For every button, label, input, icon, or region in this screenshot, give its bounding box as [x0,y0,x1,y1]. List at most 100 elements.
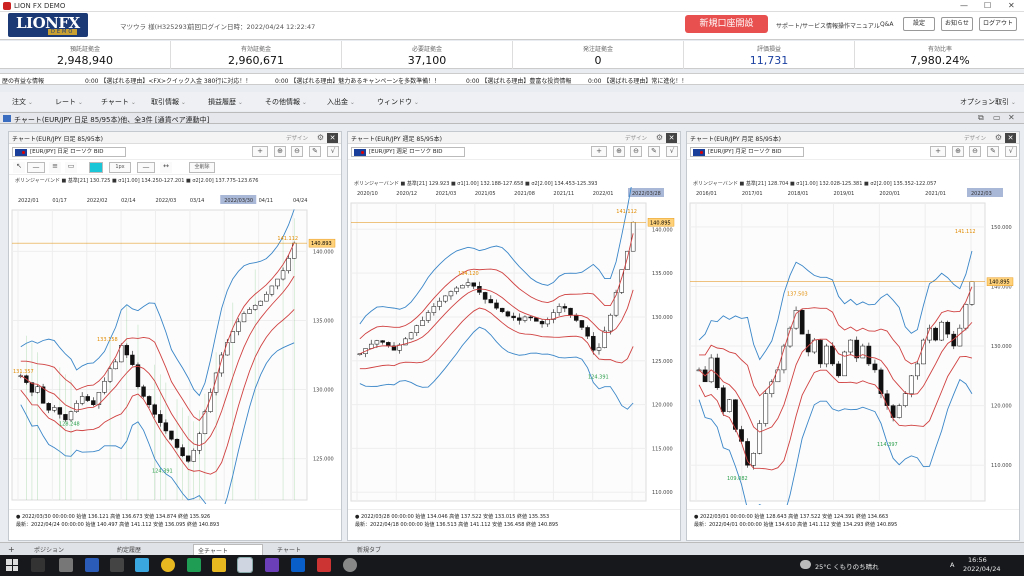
news-button[interactable]: お知らせ [941,17,973,31]
chrome-icon[interactable] [161,558,175,572]
ime-indicator[interactable]: A [950,561,954,569]
indicator-icon[interactable]: √ [666,146,678,157]
indicator-icon[interactable]: √ [327,146,339,157]
gear-icon[interactable]: ⚙ [317,133,324,142]
windows-start-icon[interactable] [6,559,18,571]
minimize-button[interactable]: — [960,1,968,10]
zoom-in-icon[interactable]: ⊕ [952,146,964,157]
clock-time[interactable]: 16:56 [968,556,987,564]
menu-deposit[interactable]: 入出金 [327,97,355,107]
close-chart-icon[interactable]: ✕ [1005,133,1016,143]
crosshair-icon[interactable]: + [252,146,268,157]
close-chart-icon[interactable]: ✕ [327,133,338,143]
menu-order[interactable]: 注文 [12,97,33,107]
lionfx-task-icon[interactable] [237,557,253,573]
menu-rate[interactable]: レート [55,97,83,107]
tab-position[interactable]: ポジション [30,544,68,555]
candlestick-chart[interactable]: 2022/01 01/17 2022/02 02/14 2022/03 03/14 2022… [9,194,341,504]
tab-execution-history[interactable]: 約定履歴 [113,544,145,555]
chart-panel[interactable]: チャート(EUR/JPY 週足 85/95本) デザイン ⚙ ✕ [EUR/JPY] 週… [347,131,681,541]
zoom-in-icon[interactable]: ⊕ [274,146,286,157]
ticker-item[interactable]: 0:00 【選ばれる理由】豊富な投資情報 [466,76,571,84]
manual-link[interactable]: 操作マニュアル [838,21,880,30]
price-tick: 130.000 [991,344,1012,350]
ticker-item[interactable]: 0:00 【選ばれる理由】魅力あるキャンペーンを多数準備！！ [275,76,440,84]
edge-icon[interactable] [135,558,149,572]
tab-all-charts[interactable]: 全チャート [193,544,263,555]
menu-pl-history[interactable]: 損益履歴 [208,97,243,107]
channel-tool-icon[interactable]: ≡ [49,162,61,173]
maximize-window-icon[interactable]: ▭ [993,113,1001,122]
restore-window-icon[interactable]: ⧉ [978,113,984,123]
candlestick-chart[interactable]: 2020/10 2020/12 2021/03 2021/05 2021/08 2021/… [348,187,680,505]
news-ticker[interactable]: 歴の有益な情報 0:00 【選ばれる理由】<FX>クイック入金 380行に対応！… [0,73,1024,85]
taskview-icon[interactable] [31,558,45,572]
line-tool-icon[interactable]: — [27,162,45,173]
settings-gear-icon[interactable] [343,558,357,572]
add-tab-icon[interactable]: + [4,544,19,555]
line-style-select[interactable]: — [137,162,155,173]
sheets-icon[interactable] [187,558,201,572]
gear-icon[interactable]: ⚙ [656,133,663,142]
weather-text[interactable]: 25°C くもりのち晴れ [815,561,879,571]
chart-panel[interactable]: チャート(EUR/JPY 日足 85/95本) デザイン ⚙ ✕ [EUR/JPY] 日… [8,131,342,541]
logout-button[interactable]: ログアウト [979,17,1017,31]
chart-panel[interactable]: チャート(EUR/JPY 月足 85/95本) デザイン ⚙ ✕ [EUR/JPY] 月… [686,131,1020,541]
latest-ohlc: 最新：2022/04/24 00:00:00 始値 140.497 高値 141… [16,522,220,528]
design-link[interactable]: デザイン [625,134,647,142]
pen-icon[interactable]: ✎ [309,146,321,157]
word-icon[interactable] [85,558,99,572]
app-icon[interactable] [265,558,279,572]
symbol-select[interactable]: [EUR/JPY] 月足 ローソク BID [690,147,804,157]
candle-body [91,400,96,405]
account-name: マツウラ 様(H325293) [120,23,190,31]
app-icon[interactable] [291,558,305,572]
menu-window[interactable]: ウィンドウ [377,97,419,107]
cursor-icon[interactable]: ↖ [13,162,25,173]
candle-body [608,314,613,332]
pen-icon[interactable]: ✎ [648,146,660,157]
zoom-out-icon[interactable]: ⊖ [630,146,642,157]
arrow-style-select[interactable]: ↔ [160,162,172,173]
crosshair-icon[interactable]: + [591,146,607,157]
ticker-item[interactable]: 0:00 【選ばれる理由】<FX>クイック入金 380行に対応！！ [85,76,251,84]
rect-tool-icon[interactable]: ▭ [65,162,77,173]
open-account-button[interactable]: 新規口座開設 [685,15,768,33]
crosshair-icon[interactable]: + [930,146,946,157]
menu-chart[interactable]: チャート [101,97,136,107]
tab-chart[interactable]: チャート [273,544,305,555]
settings-button[interactable]: 設定 [903,17,935,31]
symbol-select[interactable]: [EUR/JPY] 週足 ローソク BID [351,147,465,157]
close-window-icon[interactable]: ✕ [1008,113,1015,122]
ticker-item[interactable]: 0:00 【選ばれる理由】常に進化！！ [588,76,687,84]
gear-icon[interactable]: ⚙ [995,133,1002,142]
color-picker[interactable] [89,162,103,173]
indicator-icon[interactable]: √ [1005,146,1017,157]
pen-icon[interactable]: ✎ [987,146,999,157]
app-icon[interactable] [110,558,124,572]
qa-link[interactable]: Q&A [880,21,894,28]
close-chart-icon[interactable]: ✕ [666,133,677,143]
maximize-button[interactable]: ☐ [984,1,991,10]
zoom-out-icon[interactable]: ⊖ [969,146,981,157]
symbol-select[interactable]: [EUR/JPY] 日足 ローソク BID [12,147,126,157]
zoom-in-icon[interactable]: ⊕ [613,146,625,157]
support-link[interactable]: サポート/サービス情報 [776,21,838,30]
delete-all-button[interactable]: 全削除 [189,162,215,173]
app-icon[interactable] [317,558,331,572]
summary-label: 預託証拠金 [69,46,100,53]
zoom-out-icon[interactable]: ⊖ [291,146,303,157]
design-link[interactable]: デザイン [286,134,308,142]
tab-new[interactable]: 新規タブ [353,544,385,555]
candlestick-chart[interactable]: 2016/01 2017/01 2018/01 2019/01 2020/01 2021/… [687,187,1019,505]
clock-date[interactable]: 2022/04/24 [963,565,1000,573]
menu-trade-info[interactable]: 取引情報 [151,97,186,107]
line-width-select[interactable]: 1px [109,162,131,173]
menu-options[interactable]: オプション取引 [960,97,1016,107]
folder-icon[interactable] [212,558,226,572]
menu-other-info[interactable]: その他情報 [265,97,307,107]
design-link[interactable]: デザイン [964,134,986,142]
candle-body [152,404,157,415]
app-icon[interactable] [59,558,73,572]
close-window-button[interactable]: ✕ [1008,1,1015,10]
